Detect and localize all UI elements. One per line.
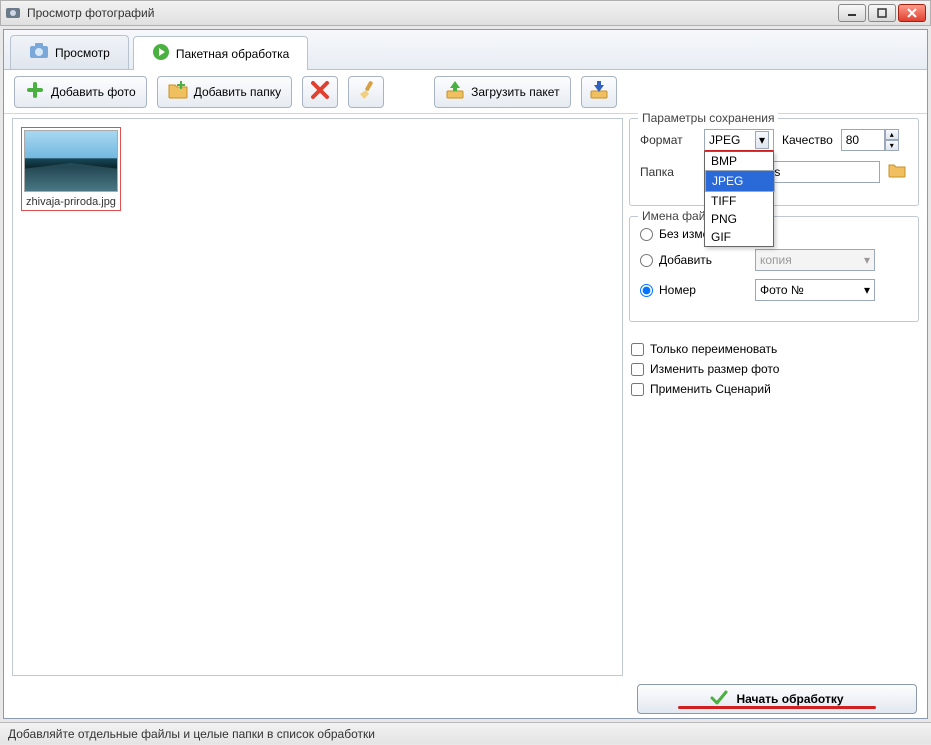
format-option-gif[interactable]: GIF: [705, 228, 773, 246]
prefix-combo[interactable]: Фото № ▾: [755, 279, 875, 301]
format-option-png[interactable]: PNG: [705, 210, 773, 228]
folder-plus-icon: [168, 81, 188, 102]
tab-preview[interactable]: Просмотр: [10, 35, 129, 69]
add-photo-button[interactable]: Добавить фото: [14, 76, 147, 108]
status-text: Добавляйте отдельные файлы и целые папки…: [8, 727, 375, 741]
start-button-label: Начать обработку: [736, 692, 843, 706]
maximize-button[interactable]: [868, 4, 896, 22]
filenames-group: Имена фай Без изменения Добавить копия ▾…: [629, 216, 919, 322]
save-params-group: Параметры сохранения Формат JPEG ▾ Качес…: [629, 118, 919, 206]
radio-number-label: Номер: [659, 283, 749, 297]
thumbnail-image: [24, 130, 118, 192]
tab-batch[interactable]: Пакетная обработка: [133, 36, 308, 70]
tab-batch-label: Пакетная обработка: [176, 47, 289, 61]
checkbox-rename-only-label: Только переименовать: [650, 342, 777, 356]
load-batch-label: Загрузить пакет: [471, 85, 559, 99]
add-photo-label: Добавить фото: [51, 85, 136, 99]
app-icon: [5, 5, 21, 21]
radio-add-label: Добавить: [659, 253, 749, 267]
titlebar: Просмотр фотографий: [0, 0, 931, 26]
quality-label: Качество: [782, 133, 833, 147]
add-folder-label: Добавить папку: [194, 85, 281, 99]
radio-nochange[interactable]: [640, 228, 653, 241]
minimize-button[interactable]: [838, 4, 866, 22]
format-dropdown: BMP JPEG TIFF PNG GIF: [704, 151, 774, 247]
clear-button[interactable]: [348, 76, 384, 108]
main-frame: Просмотр Пакетная обработка Добавить фот…: [3, 29, 928, 719]
save-params-legend: Параметры сохранения: [638, 111, 778, 125]
plus-icon: [25, 80, 45, 103]
file-list-pane[interactable]: zhivaja-priroda.jpg: [12, 118, 623, 676]
tabstrip: Просмотр Пакетная обработка: [4, 30, 927, 70]
format-option-bmp[interactable]: BMP: [705, 152, 773, 170]
browse-folder-button[interactable]: [888, 162, 908, 182]
load-batch-button[interactable]: Загрузить пакет: [434, 76, 570, 108]
suffix-value: копия: [760, 253, 792, 267]
prefix-value: Фото №: [760, 283, 804, 297]
checkbox-resize-label: Изменить размер фото: [650, 362, 779, 376]
toolbar: Добавить фото Добавить папку Загрузить п…: [4, 70, 927, 114]
play-icon: [152, 43, 170, 64]
chevron-down-icon: ▾: [864, 283, 870, 297]
settings-pane: Параметры сохранения Формат JPEG ▾ Качес…: [629, 118, 919, 676]
upload-icon: [445, 81, 465, 102]
delete-button[interactable]: [302, 76, 338, 108]
window-title: Просмотр фотографий: [27, 6, 838, 20]
filenames-legend: Имена фай: [638, 209, 709, 223]
check-icon: [710, 689, 728, 710]
folder-label: Папка: [640, 165, 696, 179]
bottom-bar: Начать обработку: [4, 684, 927, 714]
quality-down[interactable]: ▾: [885, 140, 899, 151]
thumbnail-caption: zhivaja-priroda.jpg: [24, 196, 118, 208]
radio-number[interactable]: [640, 284, 653, 297]
format-option-tiff[interactable]: TIFF: [705, 192, 773, 210]
add-folder-button[interactable]: Добавить папку: [157, 76, 292, 108]
extra-options: Только переименовать Изменить размер фот…: [629, 332, 919, 406]
close-button[interactable]: [898, 4, 926, 22]
checkbox-scenario[interactable]: [631, 383, 644, 396]
camera-icon: [29, 43, 49, 62]
status-bar: Добавляйте отдельные файлы и целые папки…: [0, 722, 931, 744]
format-select[interactable]: JPEG ▾: [704, 129, 774, 151]
tab-preview-label: Просмотр: [55, 46, 110, 60]
start-processing-button[interactable]: Начать обработку: [637, 684, 917, 714]
content-area: zhivaja-priroda.jpg Параметры сохранения…: [4, 114, 927, 680]
chevron-down-icon: ▾: [755, 131, 769, 149]
format-label: Формат: [640, 133, 696, 147]
delete-icon: [310, 80, 330, 103]
quality-input[interactable]: [841, 129, 885, 151]
chevron-down-icon: ▾: [864, 253, 870, 267]
thumbnail-item[interactable]: zhivaja-priroda.jpg: [21, 127, 121, 211]
radio-add[interactable]: [640, 254, 653, 267]
checkbox-scenario-label: Применить Сценарий: [650, 382, 771, 396]
checkbox-resize[interactable]: [631, 363, 644, 376]
quality-up[interactable]: ▴: [885, 129, 899, 140]
format-value: JPEG: [709, 133, 740, 147]
suffix-combo[interactable]: копия ▾: [755, 249, 875, 271]
brush-icon: [356, 80, 376, 103]
save-batch-button[interactable]: [581, 76, 617, 108]
download-icon: [589, 81, 609, 102]
checkbox-rename-only[interactable]: [631, 343, 644, 356]
format-option-jpeg[interactable]: JPEG: [705, 170, 775, 192]
